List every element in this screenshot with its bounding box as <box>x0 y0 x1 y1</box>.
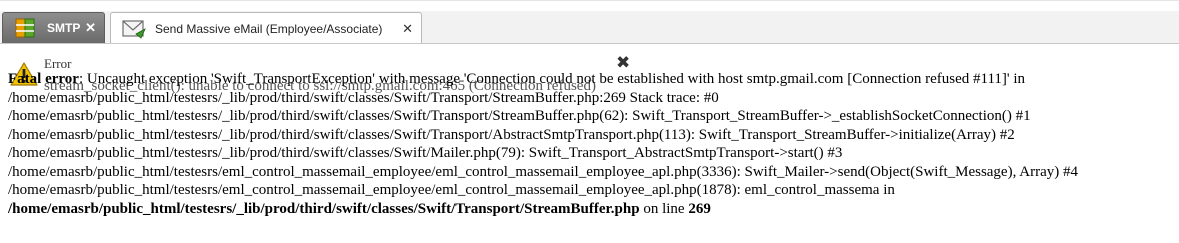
send-mail-icon <box>121 17 147 41</box>
fatal-error-on-line: on line <box>639 200 689 217</box>
tab-bar-divider <box>0 43 1179 44</box>
fatal-error-text: : Uncaught exception 'Swift_TransportExc… <box>8 71 1078 198</box>
tab-bar: SMTP ✕ Send Massive eMail (Employee/Asso… <box>0 11 1179 44</box>
tab-send-massive-email-close-icon[interactable]: ✕ <box>402 21 413 37</box>
top-border <box>0 0 1179 1</box>
fatal-error-output: Fatal error: Uncaught exception 'Swift_T… <box>8 70 1173 218</box>
fatal-error-line-number: 269 <box>688 200 711 217</box>
tab-send-massive-email-label: Send Massive eMail (Employee/Associate) <box>155 21 383 36</box>
tab-smtp-label: SMTP <box>47 21 81 35</box>
database-icon <box>13 16 39 40</box>
tab-send-massive-email[interactable]: Send Massive eMail (Employee/Associate) … <box>110 12 422 44</box>
tab-smtp-close-icon[interactable]: ✕ <box>85 20 96 36</box>
fatal-error-file: /home/emasrb/public_html/testesrs/_lib/p… <box>8 200 640 217</box>
fatal-error-label: Fatal error <box>8 71 79 87</box>
tab-smtp[interactable]: SMTP ✕ <box>2 12 105 43</box>
